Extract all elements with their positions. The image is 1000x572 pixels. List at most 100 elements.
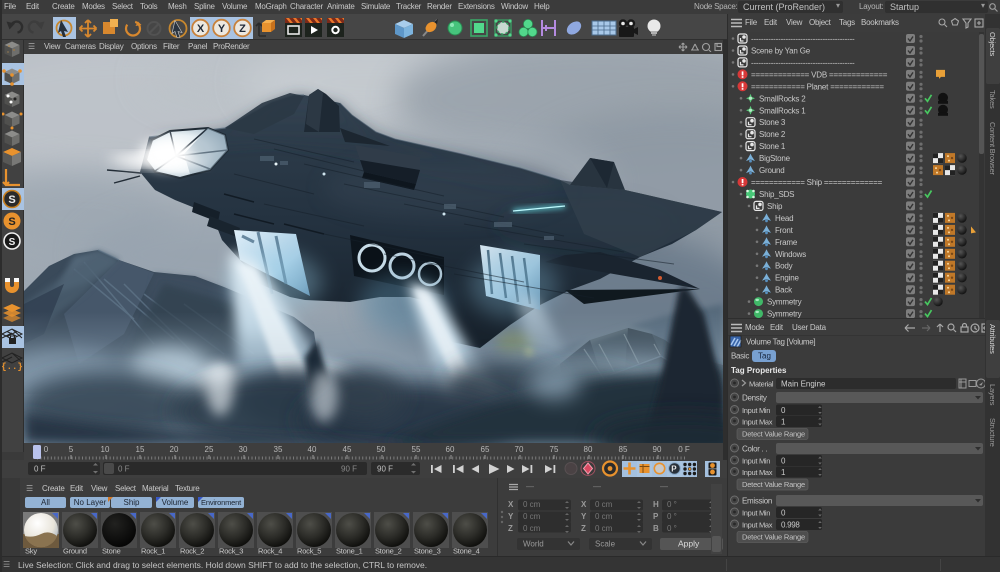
svg-text:0 cm: 0 cm [523, 524, 541, 533]
svg-text:Detect Value Range: Detect Value Range [742, 480, 805, 489]
svg-text:Frame: Frame [775, 238, 798, 247]
svg-text:Input Max: Input Max [742, 418, 773, 427]
svg-text:40: 40 [308, 445, 317, 454]
svg-text:85: 85 [619, 445, 628, 454]
svg-text:—: — [526, 482, 534, 491]
svg-text:B: B [653, 524, 659, 533]
svg-text:Basic: Basic [731, 352, 749, 361]
svg-text:Y: Y [508, 512, 514, 521]
svg-text:0: 0 [44, 445, 49, 454]
svg-text:0 cm: 0 cm [595, 524, 613, 533]
svg-text:Engine: Engine [775, 274, 799, 283]
svg-text:60: 60 [446, 445, 455, 454]
svg-text:5: 5 [69, 445, 74, 454]
svg-text:20: 20 [170, 445, 179, 454]
svg-text:S: S [9, 237, 16, 248]
svg-text:Ground: Ground [759, 166, 784, 175]
svg-text:0 cm: 0 cm [523, 512, 541, 521]
svg-text:Scale: Scale [595, 540, 616, 549]
svg-text:Input Min: Input Min [742, 406, 770, 415]
svg-text:============= VDB ============: ============= VDB ============= [751, 70, 888, 79]
svg-text:0 F: 0 F [118, 465, 130, 474]
svg-text:Ship_SDS: Ship_SDS [759, 190, 794, 199]
svg-text:Rock_3: Rock_3 [219, 547, 243, 556]
svg-text:Sky: Sky [25, 547, 37, 556]
svg-text:Z: Z [508, 524, 513, 533]
svg-text:0.998: 0.998 [781, 521, 800, 530]
svg-text:90: 90 [653, 445, 662, 454]
svg-text:65: 65 [481, 445, 490, 454]
svg-text:Color . .: Color . . [742, 445, 767, 454]
svg-text:Y: Y [581, 512, 587, 521]
svg-text:Front: Front [775, 226, 794, 235]
svg-text:Stone 1: Stone 1 [759, 142, 786, 151]
svg-text:Windows: Windows [775, 250, 806, 259]
svg-text:Input Min: Input Min [742, 509, 770, 518]
svg-text:Stone_1: Stone_1 [336, 547, 363, 556]
svg-text:P: P [671, 465, 677, 474]
svg-text:0 cm: 0 cm [523, 500, 541, 509]
svg-text:Body: Body [775, 262, 793, 271]
svg-text:0 °: 0 ° [667, 524, 677, 533]
svg-text:------------------------------: ----------------------------------------… [751, 35, 855, 44]
svg-text:30: 30 [239, 445, 248, 454]
svg-text:Main Engine: Main Engine [781, 380, 826, 389]
svg-text:Volume Tag [Volume]: Volume Tag [Volume] [746, 338, 815, 347]
svg-text:0 cm: 0 cm [595, 512, 613, 521]
svg-text:15: 15 [136, 445, 145, 454]
svg-text:0 F: 0 F [678, 445, 690, 454]
svg-text:Input Max: Input Max [742, 468, 773, 477]
svg-text:Rock_4: Rock_4 [258, 547, 282, 556]
svg-text:X: X [197, 23, 205, 35]
svg-text:0 cm: 0 cm [595, 500, 613, 509]
svg-text:P: P [653, 512, 659, 521]
svg-text:70: 70 [515, 445, 524, 454]
svg-text:25: 25 [205, 445, 214, 454]
svg-text:Rock_1: Rock_1 [141, 547, 165, 556]
svg-text:80: 80 [584, 445, 593, 454]
svg-text:Rock_2: Rock_2 [180, 547, 204, 556]
svg-text:0 °: 0 ° [667, 512, 677, 521]
svg-text:55: 55 [412, 445, 421, 454]
svg-text:10: 10 [101, 445, 110, 454]
svg-text:Z: Z [581, 524, 586, 533]
svg-text:Rock_5: Rock_5 [297, 547, 321, 556]
svg-text:Ship: Ship [767, 202, 783, 211]
svg-text:{..}: {..} [1, 362, 23, 372]
svg-text:45: 45 [343, 445, 352, 454]
svg-text:Z: Z [239, 23, 246, 35]
svg-text:World: World [523, 540, 544, 549]
svg-text:50: 50 [377, 445, 386, 454]
svg-text:Head: Head [775, 214, 793, 223]
svg-text:S: S [8, 216, 15, 228]
svg-text:H: H [653, 500, 659, 509]
svg-text:S: S [8, 194, 15, 206]
svg-text:90 F: 90 F [377, 465, 393, 474]
svg-text:Detect Value Range: Detect Value Range [742, 533, 805, 542]
svg-text:Emission: Emission [742, 497, 772, 506]
svg-text:Density: Density [742, 394, 767, 403]
svg-text:Ground: Ground [63, 547, 87, 556]
svg-text:Tag: Tag [758, 352, 771, 361]
svg-text:Input Max: Input Max [742, 521, 773, 530]
svg-text:------------------------------: ----------------------------------------… [751, 58, 855, 67]
svg-text:BigStone: BigStone [759, 154, 791, 163]
svg-text:Back: Back [775, 286, 793, 295]
svg-text:—: — [660, 482, 668, 491]
svg-text:X: X [508, 500, 514, 509]
svg-text:X: X [581, 500, 587, 509]
svg-text:============ Ship ============: ============ Ship ============= [751, 178, 883, 187]
svg-text:—: — [593, 482, 601, 491]
svg-text:0 F: 0 F [34, 465, 46, 474]
svg-text:============ Planet ==========: ============ Planet ============ [751, 82, 884, 91]
svg-text:Detect Value Range: Detect Value Range [742, 430, 805, 439]
svg-text:Apply: Apply [678, 539, 700, 549]
svg-text:SmallRocks 1: SmallRocks 1 [759, 106, 806, 115]
svg-text:SmallRocks 2: SmallRocks 2 [759, 94, 806, 103]
svg-text:Stone_2: Stone_2 [375, 547, 402, 556]
svg-text:0 °: 0 ° [667, 500, 677, 509]
svg-text:Stone 2: Stone 2 [759, 130, 786, 139]
svg-text:Material: Material [749, 380, 774, 389]
svg-text:Symmetry: Symmetry [767, 298, 802, 307]
svg-text:Stone: Stone [102, 547, 121, 556]
